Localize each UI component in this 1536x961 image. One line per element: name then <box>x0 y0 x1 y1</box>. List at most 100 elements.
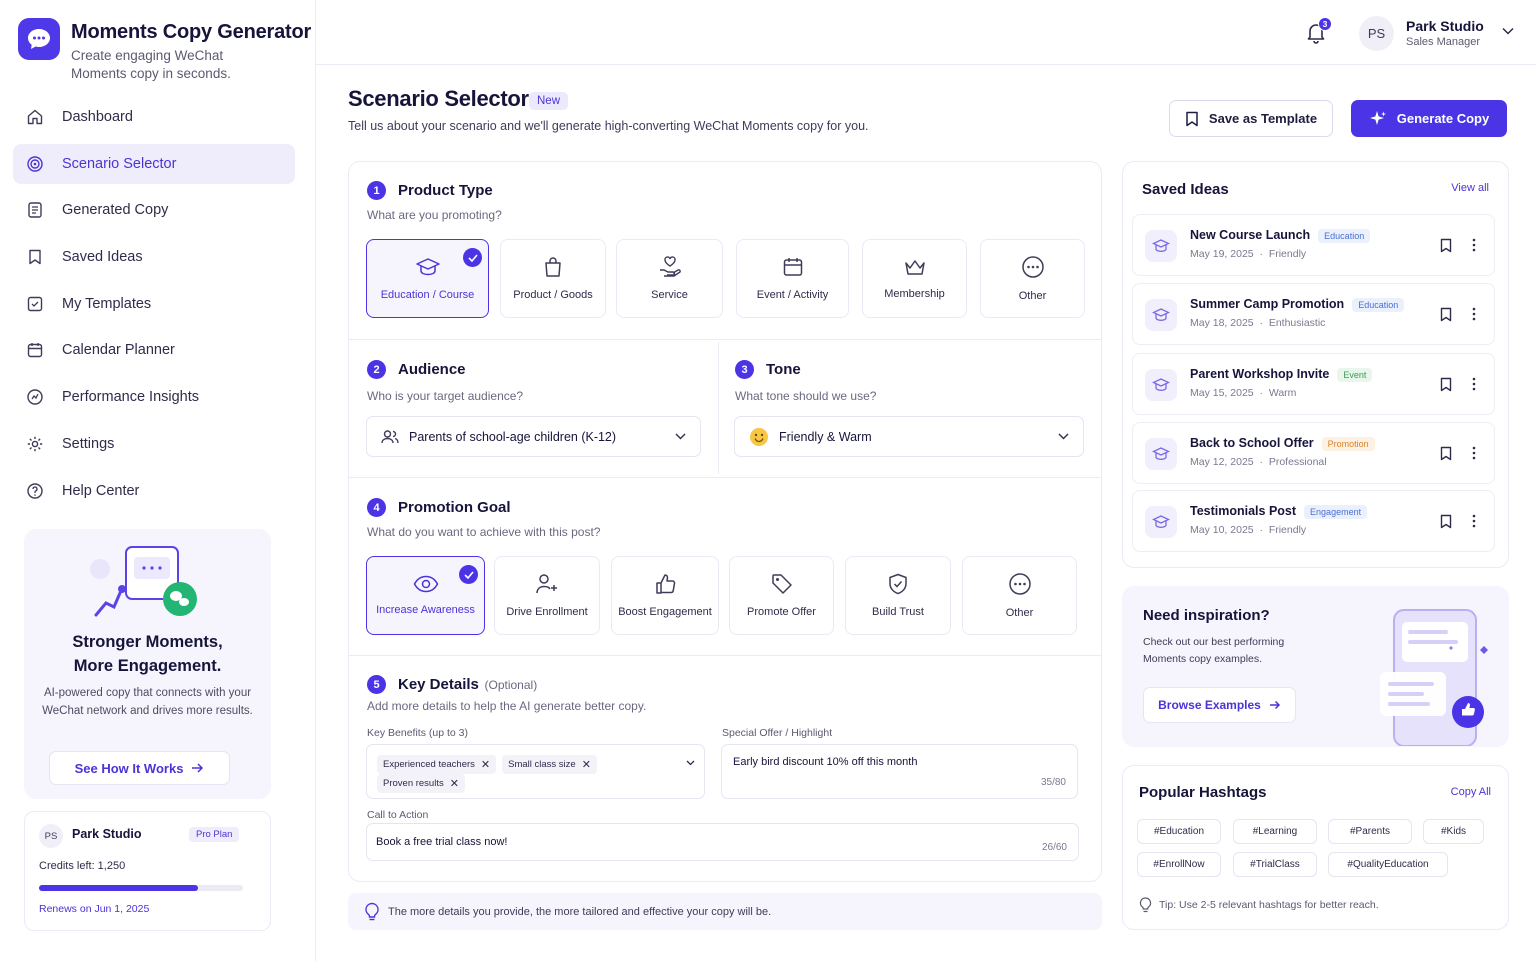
top-bar: 3 PS Park Studio Sales Manager <box>316 0 1536 65</box>
scenario-form: 1 Product Type What are you promoting? E… <box>348 161 1102 882</box>
remove-chip-icon[interactable]: ✕ <box>481 758 490 771</box>
graduation-cap-icon <box>1145 506 1177 538</box>
saved-idea-row[interactable]: Parent Workshop Invite Event May 15, 2025… <box>1132 353 1495 415</box>
idea-title: Testimonials Post Engagement <box>1190 504 1368 519</box>
sidebar-item-scenario-selector[interactable]: Scenario Selector <box>13 144 295 184</box>
sidebar-item-label: Calendar Planner <box>62 342 175 358</box>
heart-hand-icon <box>659 256 681 277</box>
divider <box>349 655 1101 656</box>
renews-date: Renews on Jun 1, 2025 <box>39 903 150 915</box>
page-subtitle: Tell us about your scenario and we'll ge… <box>348 119 869 133</box>
section-subtitle: Add more details to help the AI generate… <box>367 699 647 713</box>
hashtag-chip[interactable]: #Education <box>1137 819 1221 844</box>
view-all-link[interactable]: View all <box>1451 182 1489 194</box>
chevron-down-icon[interactable] <box>686 760 695 766</box>
copy-all-link[interactable]: Copy All <box>1451 786 1491 798</box>
user-avatar[interactable]: PS <box>1359 16 1394 51</box>
goal-other[interactable]: Other <box>962 556 1077 635</box>
benefits-label: Key Benefits (up to 3) <box>367 727 468 739</box>
notifications-button[interactable]: 3 <box>1304 17 1332 46</box>
offer-input[interactable]: Early bird discount 10% off this month 3… <box>721 744 1078 799</box>
save-as-template-button[interactable]: Save as Template <box>1169 100 1333 137</box>
bookmark-icon[interactable] <box>1440 307 1452 322</box>
sidebar-item-help-center[interactable]: Help Center <box>13 471 295 511</box>
graduation-cap-icon <box>1145 438 1177 470</box>
tone-select[interactable]: Friendly & Warm <box>734 416 1084 457</box>
goal-drive-enrollment[interactable]: Drive Enrollment <box>494 556 600 635</box>
more-vertical-icon[interactable] <box>1472 238 1476 252</box>
bookmark-icon[interactable] <box>1440 446 1452 461</box>
option-product-goods[interactable]: Product / Goods <box>500 239 606 318</box>
step-number: 1 <box>367 181 386 200</box>
option-membership[interactable]: Membership <box>862 239 967 318</box>
option-education-course[interactable]: Education / Course <box>366 239 489 318</box>
bookmark-icon[interactable] <box>1440 514 1452 529</box>
more-vertical-icon[interactable] <box>1472 446 1476 460</box>
check-icon <box>463 248 482 267</box>
generate-copy-button[interactable]: Generate Copy <box>1351 100 1507 137</box>
sidebar-item-label: My Templates <box>62 296 152 312</box>
user-name: Park Studio <box>1406 18 1484 34</box>
saved-idea-row[interactable]: Testimonials Post Engagement May 10, 2025… <box>1132 490 1495 552</box>
saved-idea-row[interactable]: New Course Launch Education May 19, 2025 … <box>1132 214 1495 276</box>
bookmark-icon <box>25 247 45 267</box>
account-card: PS Park Studio Pro Plan Credits left: 1,… <box>24 811 271 931</box>
hashtag-chip[interactable]: #Learning <box>1233 819 1317 844</box>
hashtag-chip[interactable]: #EnrollNow <box>1137 852 1221 877</box>
graduation-cap-icon <box>415 258 440 276</box>
user-menu-chevron[interactable] <box>1502 27 1514 35</box>
idea-title: Back to School Offer Promotion <box>1190 436 1375 451</box>
hashtags-title: Popular Hashtags <box>1139 784 1267 801</box>
saved-idea-row[interactable]: Summer Camp Promotion Education May 18, 2… <box>1132 283 1495 345</box>
step-number: 3 <box>735 360 754 379</box>
sidebar-item-dashboard[interactable]: Dashboard <box>13 97 295 137</box>
sidebar-item-settings[interactable]: Settings <box>13 424 295 464</box>
bookmark-icon[interactable] <box>1440 377 1452 392</box>
sidebar-item-generated-copy[interactable]: Generated Copy <box>13 190 295 230</box>
remove-chip-icon[interactable]: ✕ <box>450 777 459 790</box>
help-icon <box>25 481 45 501</box>
sidebar-item-label: Scenario Selector <box>62 156 177 172</box>
sidebar-item-performance-insights[interactable]: Performance Insights <box>13 377 295 417</box>
app-logo[interactable] <box>18 18 60 60</box>
sidebar-item-label: Dashboard <box>62 109 133 125</box>
section-subtitle: What tone should we use? <box>735 389 877 403</box>
more-vertical-icon[interactable] <box>1472 514 1476 528</box>
hashtag-chip[interactable]: #TrialClass <box>1233 852 1317 877</box>
arrow-right-icon <box>1269 700 1280 710</box>
goal-boost-engagement[interactable]: Boost Engagement <box>611 556 719 635</box>
more-vertical-icon[interactable] <box>1472 307 1476 321</box>
goal-increase-awareness[interactable]: Increase Awareness <box>366 556 485 635</box>
bookmark-icon[interactable] <box>1440 238 1452 253</box>
cta-input[interactable]: Book a free trial class now! 26/60 <box>366 823 1079 861</box>
hashtag-chip[interactable]: #Parents <box>1328 819 1412 844</box>
saved-idea-row[interactable]: Back to School Offer Promotion May 12, 20… <box>1132 422 1495 484</box>
section-subtitle: What are you promoting? <box>367 208 502 222</box>
chevron-down-icon <box>1058 433 1069 440</box>
browse-examples-button[interactable]: Browse Examples <box>1143 687 1296 723</box>
benefits-input[interactable]: Experienced teachers ✕ Small class size ✕ Pr… <box>366 744 705 799</box>
goal-build-trust[interactable]: Build Trust <box>845 556 951 635</box>
more-circle-icon <box>1021 256 1044 278</box>
smiley-icon <box>750 427 768 446</box>
step-number: 2 <box>367 360 386 379</box>
chevron-down-icon <box>1502 27 1514 35</box>
sidebar-item-my-templates[interactable]: My Templates <box>13 284 295 324</box>
option-event-activity[interactable]: Event / Activity <box>736 239 849 318</box>
hashtag-chip[interactable]: #Kids <box>1423 819 1484 844</box>
sidebar-item-saved-ideas[interactable]: Saved Ideas <box>13 237 295 277</box>
audience-select[interactable]: Parents of school-age children (K-12) <box>366 416 701 457</box>
sidebar-item-calendar-planner[interactable]: Calendar Planner <box>13 330 295 370</box>
more-circle-icon <box>1008 573 1031 595</box>
more-vertical-icon[interactable] <box>1472 377 1476 391</box>
section-title: Product Type <box>398 182 493 199</box>
hashtags-tip: Tip: Use 2-5 relevant hashtags for bette… <box>1139 897 1379 913</box>
see-how-it-works-button[interactable]: See How It Works <box>49 751 230 785</box>
option-service[interactable]: Service <box>616 239 723 318</box>
option-other[interactable]: Other <box>980 239 1085 318</box>
credits-progress-track <box>39 885 243 891</box>
section-subtitle: What do you want to achieve with this po… <box>367 525 601 539</box>
goal-promote-offer[interactable]: Promote Offer <box>729 556 834 635</box>
remove-chip-icon[interactable]: ✕ <box>582 758 591 771</box>
hashtag-chip[interactable]: #QualityEducation <box>1328 852 1448 877</box>
